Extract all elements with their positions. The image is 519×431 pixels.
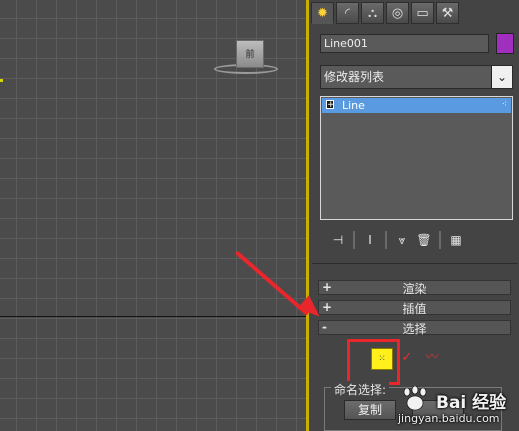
- expand-plus-icon[interactable]: +: [326, 100, 335, 110]
- stack-toolbar: ⊣ Ⅰ ⩔ 🗑 ▦: [327, 230, 467, 250]
- hammer-icon: ⚒: [441, 5, 454, 21]
- perspective-viewport[interactable]: 前: [0, 0, 308, 431]
- pin-stack-icon[interactable]: ⊣: [327, 230, 349, 250]
- toolbar-divider: [385, 231, 387, 249]
- modify-tab[interactable]: ◜: [336, 2, 359, 24]
- copy-button[interactable]: 复制: [344, 400, 396, 420]
- home-grid-axis: [0, 316, 306, 317]
- rollout-rendering[interactable]: + 渲染: [318, 280, 511, 296]
- stack-item-label: Line: [342, 99, 365, 112]
- rollout-title: 选择: [402, 322, 427, 336]
- baidu-watermark: Bai 经验 jingyan.baidu.com: [396, 386, 518, 431]
- make-unique-icon[interactable]: ⩔: [391, 230, 413, 250]
- rollout-interpolation[interactable]: + 插值: [318, 300, 511, 316]
- baidu-paw-logo: [403, 386, 427, 411]
- annotation-highlight-box: [347, 339, 400, 385]
- modify-arc-icon: ◜: [344, 5, 351, 21]
- viewcube[interactable]: 前: [236, 40, 264, 68]
- monitor-icon: ▭: [416, 5, 429, 21]
- hierarchy-tab[interactable]: ⛬: [361, 2, 384, 24]
- stack-item-line[interactable]: + Line ⁖: [322, 98, 511, 113]
- toolbar-divider: [353, 231, 355, 249]
- modifier-list-dropdown[interactable]: 修改器列表 ⌄: [320, 65, 513, 89]
- motion-tab[interactable]: ◎: [386, 2, 409, 24]
- display-tab[interactable]: ▭: [411, 2, 434, 24]
- configure-sets-icon[interactable]: ▦: [445, 230, 467, 250]
- chevron-down-icon[interactable]: ⌄: [491, 66, 512, 88]
- motion-icon: ◎: [391, 5, 404, 21]
- rollout-title: 插值: [402, 302, 427, 316]
- command-panel: ✹ ◜ ⛬ ◎ ▭ ⚒ Line001 修改器列表 ⌄ + Line ⁖ ⊣ Ⅰ…: [309, 0, 519, 431]
- show-end-result-icon[interactable]: Ⅰ: [359, 230, 381, 250]
- remove-modifier-icon[interactable]: 🗑: [413, 230, 435, 250]
- rollout-title: 渲染: [402, 282, 427, 296]
- modifier-list-label: 修改器列表: [324, 70, 385, 84]
- named-selections-label: 命名选择:: [331, 381, 390, 398]
- command-panel-tabs: ✹ ◜ ⛬ ◎ ▭ ⚒: [311, 2, 459, 26]
- subobject-dots-icon: ⁖: [501, 100, 507, 110]
- modifier-stack[interactable]: + Line ⁖: [320, 96, 513, 220]
- create-tab[interactable]: ✹: [311, 2, 334, 24]
- object-name-field[interactable]: Line001: [320, 34, 489, 53]
- rollout-selection[interactable]: - 选择: [318, 320, 511, 336]
- utilities-tab[interactable]: ⚒: [436, 2, 459, 24]
- panel-divider: [312, 263, 518, 264]
- axis-marker: [0, 79, 3, 82]
- object-color-swatch[interactable]: [496, 33, 514, 54]
- watermark-url: jingyan.baidu.com: [398, 412, 500, 425]
- segment-subobject-button[interactable]: ✓: [399, 350, 415, 366]
- watermark-title: Bai 经验: [436, 393, 507, 413]
- toolbar-divider: [439, 231, 441, 249]
- sun-icon: ✹: [317, 5, 328, 21]
- spline-subobject-button[interactable]: 〰: [421, 350, 443, 366]
- hierarchy-icon: ⛬: [367, 5, 378, 21]
